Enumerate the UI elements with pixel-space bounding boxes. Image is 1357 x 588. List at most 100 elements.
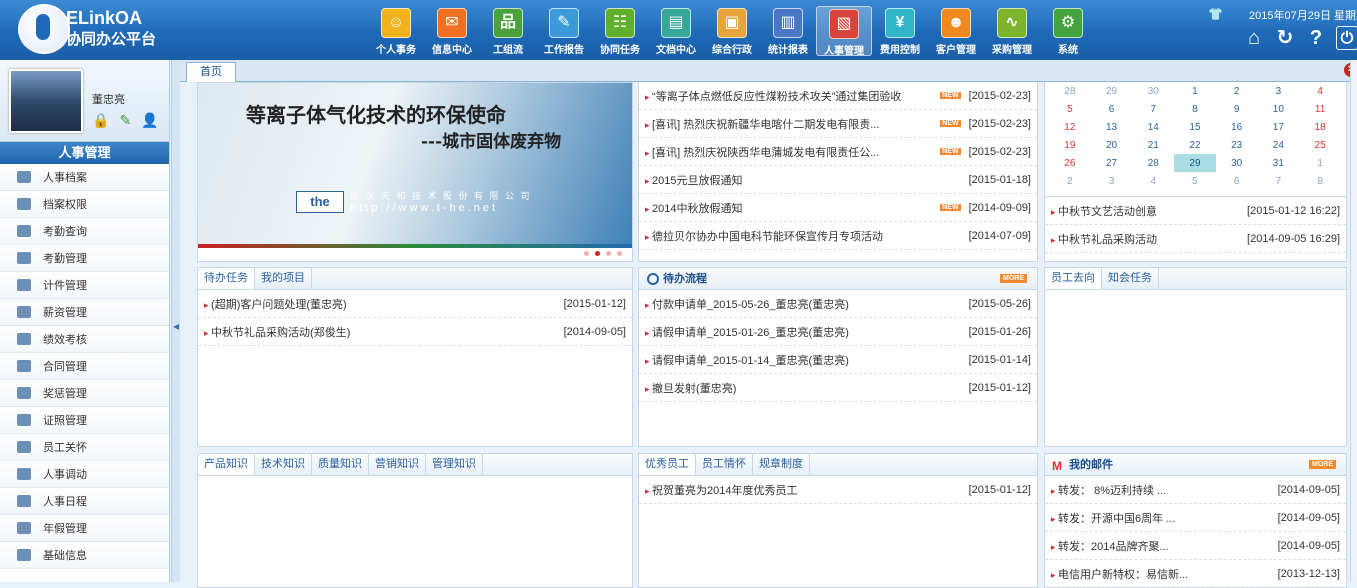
calendar-day[interactable]: 7 xyxy=(1258,172,1300,190)
sidebar-item[interactable]: 员工关怀 xyxy=(0,434,169,461)
sidebar-item[interactable]: 基础信息 xyxy=(0,542,169,569)
calendar-day[interactable]: 11 xyxy=(1299,100,1341,118)
calendar-day[interactable]: 28 xyxy=(1132,154,1174,172)
calendar-day[interactable]: 1 xyxy=(1299,154,1341,172)
home-icon[interactable]: ⌂ xyxy=(1243,26,1265,50)
help-icon[interactable]: ? xyxy=(1305,26,1327,50)
calendar-day[interactable]: 18 xyxy=(1299,118,1341,136)
panel-tab[interactable]: 知会任务 xyxy=(1102,268,1159,289)
calendar-day[interactable]: 25 xyxy=(1299,136,1341,154)
sidebar-item[interactable]: 人事调动 xyxy=(0,461,169,488)
excellent.rows-row[interactable]: 祝贺董亮为2014年度优秀员工 [2015-01-12] xyxy=(639,476,1037,504)
nav-item-0[interactable]: ☺ 个人事务 xyxy=(368,6,424,56)
sidebar-item[interactable]: 考勤查询 xyxy=(0,218,169,245)
nav-item-6[interactable]: ▣ 综合行政 xyxy=(704,6,760,56)
collapse-arrow-icon[interactable]: ◀ xyxy=(173,322,179,331)
calendar-day[interactable]: 17 xyxy=(1258,118,1300,136)
nav-item-9[interactable]: ¥ 费用控制 xyxy=(872,6,928,56)
panel-tab[interactable]: 我的项目 xyxy=(255,268,312,289)
calendar-day[interactable]: 1 xyxy=(1174,82,1216,100)
calendar-day[interactable]: 6 xyxy=(1216,172,1258,190)
workflow.rows-row[interactable]: 付款申请单_2015-05-26_董忠亮(董忠亮) [2015-05-26] xyxy=(639,290,1037,318)
sidebar-item[interactable]: 薪资管理 xyxy=(0,299,169,326)
lock-icon[interactable]: 🔒 xyxy=(92,112,109,129)
calendar-day[interactable]: 22 xyxy=(1174,136,1216,154)
calendar-day[interactable]: 29 xyxy=(1174,154,1216,172)
panel-tab[interactable]: 管理知识 xyxy=(426,454,483,475)
sidebar-item[interactable]: 绩效考核 xyxy=(0,326,169,353)
calendar-day[interactable]: 2 xyxy=(1216,82,1258,100)
sidebar-item[interactable]: 年假管理 xyxy=(0,515,169,542)
nav-item-10[interactable]: ☻ 客户管理 xyxy=(928,6,984,56)
events-row[interactable]: 中秋节文艺活动创意 [2015-01-12 16:22] xyxy=(1045,197,1346,225)
calendar-day[interactable]: 23 xyxy=(1216,136,1258,154)
news-row[interactable]: 2014中秋放假通知NEW [2014-09-09] xyxy=(639,194,1037,222)
news-row[interactable]: [喜讯] 热烈庆祝新疆华电喀什二期发电有限责...NEW [2015-02-23] xyxy=(639,110,1037,138)
calendar-day[interactable]: 4 xyxy=(1132,172,1174,190)
sidebar-item[interactable]: 证照管理 xyxy=(0,407,169,434)
calendar-day[interactable]: 24 xyxy=(1258,136,1300,154)
calendar-day[interactable]: 4 xyxy=(1299,82,1341,100)
more-button[interactable]: MORE xyxy=(1000,274,1027,283)
nav-item-4[interactable]: ☷ 协同任务 xyxy=(592,6,648,56)
calendar-day[interactable]: 5 xyxy=(1174,172,1216,190)
panel-tab[interactable]: 优秀员工 xyxy=(639,454,696,475)
sidebar-item[interactable]: 档案权限 xyxy=(0,191,169,218)
panel-tab[interactable]: 员工情怀 xyxy=(696,454,753,475)
news-row[interactable]: 德拉贝尔协办中国电科节能环保宣传月专项活动 [2014-07-09] xyxy=(639,222,1037,250)
panel-tab[interactable]: 技术知识 xyxy=(255,454,312,475)
calendar-day[interactable]: 14 xyxy=(1132,118,1174,136)
slider-dot-active[interactable] xyxy=(595,251,600,256)
calendar-day[interactable]: 30 xyxy=(1216,154,1258,172)
sidebar-item[interactable]: 人事日程 xyxy=(0,488,169,515)
sidebar-item[interactable]: 奖惩管理 xyxy=(0,380,169,407)
sidebar-item[interactable]: 计件管理 xyxy=(0,272,169,299)
calendar-day[interactable]: 20 xyxy=(1091,136,1133,154)
calendar-day[interactable]: 29 xyxy=(1091,82,1133,100)
panel-tab[interactable]: 营销知识 xyxy=(369,454,426,475)
calendar-day[interactable]: 3 xyxy=(1258,82,1300,100)
tab-home[interactable]: 首页 xyxy=(186,62,236,82)
calendar-day[interactable]: 6 xyxy=(1091,100,1133,118)
refresh-icon[interactable]: ↻ xyxy=(1274,26,1296,50)
calendar-day[interactable]: 21 xyxy=(1132,136,1174,154)
nav-item-3[interactable]: ✎ 工作报告 xyxy=(536,6,592,56)
events-row[interactable]: 中秋节礼品采购活动 [2014-09-05 16:29] xyxy=(1045,225,1346,253)
mail.rows-row[interactable]: 电信用户新特权：易信新... [2013-12-13] xyxy=(1045,560,1346,588)
nav-item-8[interactable]: ▧ 人事管理 xyxy=(816,6,872,57)
calendar-day[interactable]: 3 xyxy=(1091,172,1133,190)
news-row[interactable]: [喜讯] 热烈庆祝陕西华电蒲城发电有限责任公...NEW [2015-02-23] xyxy=(639,138,1037,166)
calendar-day[interactable]: 13 xyxy=(1091,118,1133,136)
sidebar-splitter[interactable]: ◀ xyxy=(171,60,180,582)
calendar-day[interactable]: 28 xyxy=(1049,82,1091,100)
calendar-day[interactable]: 16 xyxy=(1216,118,1258,136)
workflow.rows-row[interactable]: 请假申请单_2015-01-14_董忠亮(董忠亮) [2015-01-14] xyxy=(639,346,1037,374)
mail.rows-row[interactable]: 转发：2014品牌齐聚... [2014-09-05] xyxy=(1045,532,1346,560)
workflow.rows-row[interactable]: 撤旦发射(董忠亮) [2015-01-12] xyxy=(639,374,1037,402)
calendar-day[interactable]: 15 xyxy=(1174,118,1216,136)
edit-icon[interactable]: ✎ xyxy=(119,112,131,129)
calendar-day[interactable]: 12 xyxy=(1049,118,1091,136)
calendar-day[interactable]: 19 xyxy=(1049,136,1091,154)
panel-tab[interactable]: 待办任务 xyxy=(198,268,255,289)
calendar-day[interactable]: 10 xyxy=(1258,100,1300,118)
tasks.rows-row[interactable]: (超期)客户问题处理(董忠亮) [2015-01-12] xyxy=(198,290,632,318)
slider-dot[interactable] xyxy=(606,251,611,256)
panel-tab[interactable]: 规章制度 xyxy=(753,454,810,475)
news-row[interactable]: 2015元旦放假通知 [2015-01-18] xyxy=(639,166,1037,194)
calendar-day[interactable]: 9 xyxy=(1216,100,1258,118)
page-scrollbar[interactable] xyxy=(1350,60,1357,582)
skin-icon[interactable]: 👕 xyxy=(1208,7,1223,21)
calendar-day[interactable]: 26 xyxy=(1049,154,1091,172)
nav-item-11[interactable]: ∿ 采购管理 xyxy=(984,6,1040,56)
workflow.rows-row[interactable]: 请假申请单_2015-01-26_董忠亮(董忠亮) [2015-01-26] xyxy=(639,318,1037,346)
nav-item-5[interactable]: ▤ 文档中心 xyxy=(648,6,704,56)
calendar-day[interactable]: 27 xyxy=(1091,154,1133,172)
calendar-day[interactable]: 2 xyxy=(1049,172,1091,190)
nav-item-2[interactable]: 品工组流 xyxy=(480,6,536,56)
power-icon[interactable]: ⏻ xyxy=(1336,26,1357,50)
sidebar-item[interactable]: 合同管理 xyxy=(0,353,169,380)
more-button[interactable]: MORE xyxy=(1309,460,1336,469)
calendar-day[interactable]: 7 xyxy=(1132,100,1174,118)
tasks.rows-row[interactable]: 中秋节礼品采购活动(郑俊生) [2014-09-05] xyxy=(198,318,632,346)
